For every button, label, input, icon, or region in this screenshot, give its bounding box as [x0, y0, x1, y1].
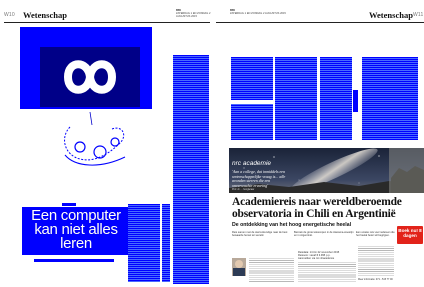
ad-info-box: Reisdata: 14 t/m 22 november 2015 Reisso… — [298, 251, 340, 261]
infinity-illustration — [60, 27, 126, 166]
right-header-date: ZATERDAG 1 EN ZONDAG 2 AUGUSTUS 2015 — [230, 12, 286, 15]
ad-body-column-1 — [249, 258, 294, 282]
left-text-column-b — [162, 204, 170, 282]
hero-caption-bar — [34, 259, 114, 262]
right-text-column-4 — [362, 57, 418, 140]
ad-phone-line: Meer informatie: 071 - 515 77 00 — [358, 278, 393, 281]
ad-body-column-3 — [358, 246, 394, 276]
left-header-date: ZATERDAG 1 EN ZONDAG 2 AUGUSTUS 2015 — [176, 12, 211, 18]
right-text-column-2 — [275, 57, 317, 140]
ad-quote-text: 'Aan a college, dat inmiddels een wetens… — [232, 169, 286, 188]
ad-quote: 'Aan a college, dat inmiddels een wetens… — [232, 169, 288, 188]
ad-intro-column-3: Een unieke reis voor iedereen die het he… — [356, 231, 395, 238]
ad-intro-column-1: Reis samen met de sterrenkundige naar de… — [232, 231, 288, 238]
left-header-rule — [4, 22, 210, 23]
left-text-column-c — [173, 55, 209, 284]
professor-portrait — [232, 258, 246, 276]
ad-headline: Academiereis naar wereldberoemde observa… — [232, 196, 402, 220]
ad-intro-column-2: Bezoek de grote telescopen in de Atacama… — [294, 231, 354, 238]
nrc-academie-label: nrc academie — [232, 160, 272, 167]
left-header-meta: nrc ZATERDAG 1 EN ZONDAG 2 AUGUSTUS 2015 — [176, 8, 216, 18]
ad-body-column-2 — [298, 262, 356, 282]
pull-bar — [353, 90, 358, 112]
ad-quote-author: Prof. dr. ... hoogleraar — [232, 189, 255, 191]
left-page-number: W10 — [4, 12, 15, 18]
ad-subheadline: De ontdekking van het hoog energetische … — [232, 222, 352, 228]
right-text-column-1 — [231, 57, 273, 140]
infinity-icon — [63, 60, 117, 94]
hero-title: Een computer kan niet alles leren — [31, 207, 121, 252]
newspaper-spread: W10 Wetenschap nrc ZATERDAG 1 EN ZONDAG … — [0, 0, 424, 287]
left-section-title: Wetenschap — [23, 10, 67, 20]
right-header-meta: nrc ZATERDAG 1 EN ZONDAG 2 AUGUSTUS 2015 — [230, 8, 290, 15]
left-text-column-a — [128, 204, 160, 282]
book-now-badge[interactable]: Boek nu! 8 dagen — [397, 226, 423, 244]
right-header-rule — [216, 22, 424, 23]
right-page-number: W11 — [413, 12, 424, 18]
title-marker — [62, 203, 76, 206]
subhead-gap — [231, 100, 273, 104]
right-section-title: Wetenschap — [369, 10, 413, 20]
right-text-column-3 — [320, 57, 352, 140]
